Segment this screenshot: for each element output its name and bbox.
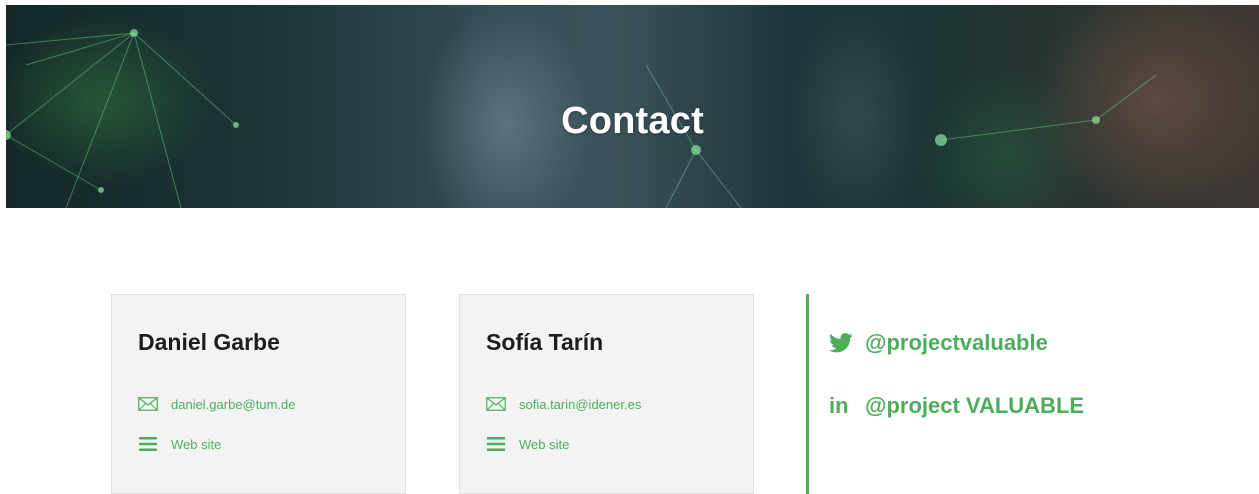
- email-link[interactable]: sofia.tarin@idener.es: [519, 397, 641, 412]
- twitter-icon[interactable]: [829, 333, 855, 353]
- linkedin-icon[interactable]: in: [829, 393, 855, 419]
- social-links-panel: @projectvaluable in @project VALUABLE: [806, 294, 1209, 494]
- envelope-icon: [138, 396, 158, 412]
- hero-banner: Contact: [6, 5, 1259, 208]
- email-row: daniel.garbe@tum.de: [138, 396, 296, 412]
- envelope-icon: [486, 396, 506, 412]
- email-row: sofia.tarin@idener.es: [486, 396, 641, 412]
- website-link[interactable]: Web site: [171, 437, 221, 452]
- linkedin-handle-link[interactable]: @project VALUABLE: [865, 393, 1084, 419]
- linkedin-row: in @project VALUABLE: [829, 393, 1084, 419]
- contact-card-daniel-garbe: Daniel Garbe daniel.garbe@tum.de Web sit…: [111, 294, 406, 494]
- twitter-row: @projectvaluable: [829, 330, 1048, 356]
- contact-name: Daniel Garbe: [138, 329, 280, 355]
- page-title: Contact: [561, 100, 704, 143]
- email-link[interactable]: daniel.garbe@tum.de: [171, 397, 296, 412]
- contact-card-sofia-tarin: Sofía Tarín sofia.tarin@idener.es Web si…: [459, 294, 754, 494]
- website-row: Web site: [138, 436, 221, 452]
- linkedin-glyph: in: [829, 393, 849, 418]
- contact-name: Sofía Tarín: [486, 329, 604, 355]
- menu-icon: [138, 436, 158, 452]
- website-link[interactable]: Web site: [519, 437, 569, 452]
- twitter-handle-link[interactable]: @projectvaluable: [865, 330, 1048, 356]
- menu-icon: [486, 436, 506, 452]
- website-row: Web site: [486, 436, 569, 452]
